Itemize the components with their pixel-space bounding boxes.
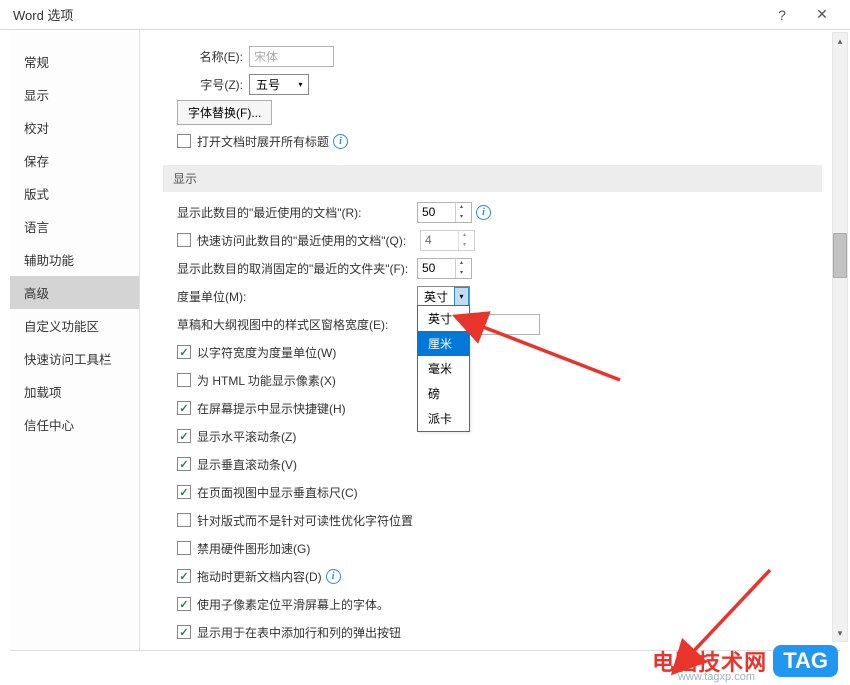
style-area-field[interactable] xyxy=(475,314,540,335)
vertical-scrollbar[interactable]: ▴ ▾ xyxy=(832,32,848,642)
check-hw-accel[interactable] xyxy=(177,541,191,555)
check-table-popup[interactable] xyxy=(177,625,191,639)
content-panel: 名称(E): 字号(Z): 五号 ▾ 字体替换(F)... 打开文档时展开所有标… xyxy=(148,35,832,645)
scroll-thumb[interactable] xyxy=(833,233,847,278)
sidebar-item-customize-ribbon[interactable]: 自定义功能区 xyxy=(10,309,139,342)
sidebar-item-addins[interactable]: 加载项 xyxy=(10,375,139,408)
name-field[interactable] xyxy=(249,46,334,67)
check-subpixel[interactable] xyxy=(177,597,191,611)
sidebar-item-trust-center[interactable]: 信任中心 xyxy=(10,408,139,441)
recent-docs-spinner[interactable]: 50 ▴▾ xyxy=(417,202,472,223)
size-label: 字号(Z): xyxy=(183,76,243,93)
sidebar-item-general[interactable]: 常规 xyxy=(10,45,139,78)
chevron-down-icon: ▾ xyxy=(293,75,308,94)
unit-option-pt[interactable]: 磅 xyxy=(418,381,469,406)
style-area-label: 草稿和大纲视图中的样式区窗格宽度(E): xyxy=(177,316,417,333)
scroll-down-icon[interactable]: ▾ xyxy=(833,625,847,641)
watermark-tag: TAG xyxy=(773,645,838,677)
sidebar: 常规 显示 校对 保存 版式 语言 辅助功能 高级 自定义功能区 快速访问工具栏… xyxy=(10,30,140,650)
recent-docs-label: 显示此数目的"最近使用的文档"(R): xyxy=(177,204,417,221)
check-vscroll[interactable] xyxy=(177,457,191,471)
quick-access-checkbox[interactable] xyxy=(177,233,191,247)
unit-option-inch[interactable]: 英寸 xyxy=(418,306,469,331)
sidebar-item-quick-access[interactable]: 快速访问工具栏 xyxy=(10,342,139,375)
section-display-header: 显示 xyxy=(163,165,822,192)
check-char-width[interactable] xyxy=(177,345,191,359)
size-combo[interactable]: 五号 ▾ xyxy=(249,74,309,95)
check-shortcuts[interactable] xyxy=(177,401,191,415)
chevron-down-icon: ▾ xyxy=(454,287,469,306)
info-icon[interactable]: i xyxy=(476,205,491,220)
window-title: Word 选项 xyxy=(8,5,762,24)
font-substitution-button[interactable]: 字体替换(F)... xyxy=(177,100,272,125)
sidebar-item-save[interactable]: 保存 xyxy=(10,144,139,177)
quick-access-spinner[interactable]: 4 ▴▾ xyxy=(420,230,475,251)
titlebar: Word 选项 ? ✕ xyxy=(0,0,850,30)
unit-label: 度量单位(M): xyxy=(177,288,417,305)
expand-titles-label: 打开文档时展开所有标题 xyxy=(197,133,329,150)
check-vruler[interactable] xyxy=(177,485,191,499)
unit-option-mm[interactable]: 毫米 xyxy=(418,356,469,381)
sidebar-item-layout[interactable]: 版式 xyxy=(10,177,139,210)
quick-access-label: 快速访问此数目的"最近使用的文档"(Q): xyxy=(197,232,420,249)
unit-combo[interactable]: 英寸 ▾ xyxy=(417,286,470,307)
sidebar-item-language[interactable]: 语言 xyxy=(10,210,139,243)
sidebar-item-display[interactable]: 显示 xyxy=(10,78,139,111)
scroll-up-icon[interactable]: ▴ xyxy=(833,33,847,49)
close-button[interactable]: ✕ xyxy=(802,0,842,30)
unpinned-spinner[interactable]: 50 ▴▾ xyxy=(417,258,472,279)
info-icon[interactable]: i xyxy=(326,569,341,584)
unit-dropdown: 英寸 厘米 毫米 磅 派卡 xyxy=(417,305,470,432)
help-button[interactable]: ? xyxy=(762,0,802,30)
sidebar-item-advanced[interactable]: 高级 xyxy=(10,276,139,309)
watermark-url: www.tagxp.com xyxy=(678,671,755,683)
sidebar-item-proofing[interactable]: 校对 xyxy=(10,111,139,144)
check-hscroll[interactable] xyxy=(177,429,191,443)
info-icon[interactable]: i xyxy=(333,134,348,149)
check-layout-opt[interactable] xyxy=(177,513,191,527)
sidebar-item-accessibility[interactable]: 辅助功能 xyxy=(10,243,139,276)
expand-titles-checkbox[interactable] xyxy=(177,134,191,148)
unit-option-cm[interactable]: 厘米 xyxy=(418,331,469,356)
check-html-pixels[interactable] xyxy=(177,373,191,387)
unit-option-pica[interactable]: 派卡 xyxy=(418,406,469,431)
unpinned-label: 显示此数目的取消固定的"最近的文件夹"(F): xyxy=(177,260,417,277)
name-label: 名称(E): xyxy=(183,48,243,65)
check-drag-update[interactable] xyxy=(177,569,191,583)
